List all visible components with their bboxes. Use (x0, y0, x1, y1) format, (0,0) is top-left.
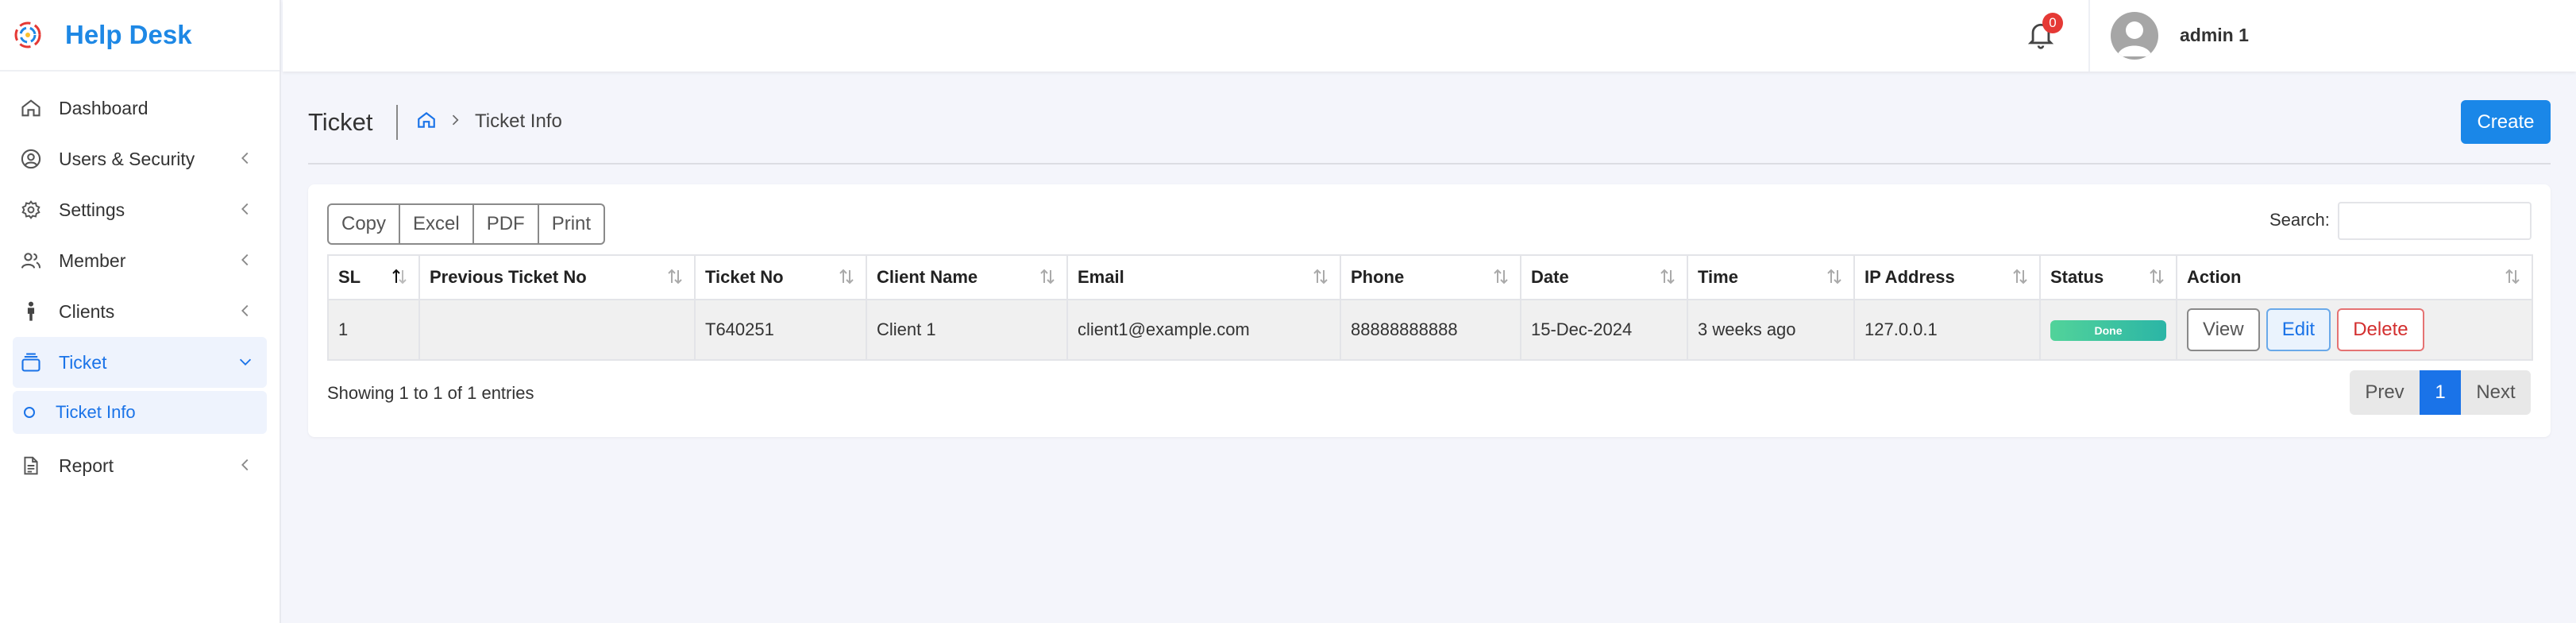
avatar[interactable] (2111, 12, 2158, 60)
cell-ip-address: 127.0.0.1 (1853, 300, 2041, 361)
sidebar-item-label: Users & Security (59, 148, 195, 169)
sidebar-subitem-ticket-info[interactable]: Ticket Info (13, 391, 267, 434)
sort-asc-icon (390, 267, 409, 286)
column-header-client-name[interactable]: Client Name (866, 254, 1068, 300)
pdf-button[interactable]: PDF (472, 203, 539, 245)
bullet-icon (24, 407, 35, 418)
sidebar-item-label: Settings (59, 199, 125, 220)
sort-icon (2011, 267, 2030, 286)
cell-status: Done (2039, 300, 2177, 361)
sidebar-item-member[interactable]: Member (13, 235, 267, 286)
edit-button[interactable]: Edit (2266, 308, 2331, 351)
sidebar-item-label: Dashboard (59, 97, 148, 118)
cell-sl: 1 (327, 300, 420, 361)
ticket-table-card: Copy Excel PDF Print Search: SL Previous… (308, 184, 2551, 437)
cell-email: client1@example.com (1066, 300, 1341, 361)
table-header-row: SL Previous Ticket No Ticket No Client N… (327, 254, 2533, 300)
status-badge: Done (2050, 320, 2166, 341)
column-header-previous-ticket-no[interactable]: Previous Ticket No (418, 254, 696, 300)
sidebar: Help Desk Dashboard Users & Security Set… (0, 0, 281, 623)
export-button-group: Copy Excel PDF Print (327, 203, 606, 245)
user-circle-icon (17, 145, 44, 172)
sort-icon (1311, 267, 1330, 286)
title-divider (396, 105, 398, 140)
sidebar-item-label: Member (59, 250, 126, 271)
prev-page-button[interactable]: Prev (2350, 370, 2420, 415)
create-button[interactable]: Create (2461, 100, 2551, 144)
sort-icon (2503, 267, 2522, 286)
sidebar-item-label: Ticket (59, 351, 107, 373)
header-divider (308, 163, 2551, 164)
page-title: Ticket (308, 108, 373, 136)
sidebar-item-report[interactable]: Report (13, 440, 267, 491)
table-row: 1 T640251 Client 1 client1@example.com 8… (327, 300, 2533, 361)
sort-icon (2147, 267, 2166, 286)
copy-button[interactable]: Copy (327, 203, 401, 245)
sort-icon (1491, 267, 1510, 286)
breadcrumb-home-icon[interactable] (416, 110, 438, 132)
brand[interactable]: Help Desk (0, 0, 280, 72)
column-header-sl[interactable]: SL (327, 254, 420, 300)
sort-icon (1658, 267, 1677, 286)
next-page-button[interactable]: Next (2461, 370, 2531, 415)
document-icon (17, 452, 44, 479)
chevron-left-icon (237, 456, 254, 474)
sidebar-nav: Dashboard Users & Security Settings Memb… (0, 72, 280, 491)
sidebar-item-dashboard[interactable]: Dashboard (13, 83, 267, 134)
logo-icon (10, 17, 46, 53)
cell-client-name: Client 1 (866, 300, 1068, 361)
search-input[interactable] (2338, 202, 2532, 240)
brand-name: Help Desk (65, 20, 192, 49)
cell-time: 3 weeks ago (1687, 300, 1855, 361)
column-header-time[interactable]: Time (1687, 254, 1855, 300)
sidebar-item-ticket[interactable]: Ticket (13, 337, 267, 388)
excel-button[interactable]: Excel (399, 203, 474, 245)
column-header-action[interactable]: Action (2176, 254, 2533, 300)
breadcrumb-separator-icon (447, 111, 465, 130)
topbar-divider (2088, 0, 2090, 72)
column-header-phone[interactable]: Phone (1340, 254, 1521, 300)
sidebar-item-label: Report (59, 455, 114, 476)
search-label: Search: (2269, 210, 2330, 230)
column-header-ip-address[interactable]: IP Address (1853, 254, 2041, 300)
print-button[interactable]: Print (537, 203, 606, 245)
column-header-ticket-no[interactable]: Ticket No (694, 254, 867, 300)
sort-icon (1825, 267, 1844, 286)
sort-icon (665, 267, 684, 286)
column-header-status[interactable]: Status (2039, 254, 2177, 300)
chevron-left-icon (237, 200, 254, 218)
cell-ticket-no: T640251 (694, 300, 867, 361)
page-number-button[interactable]: 1 (2420, 370, 2461, 415)
ticket-icon (17, 349, 44, 376)
sidebar-item-label: Clients (59, 300, 115, 322)
chevron-left-icon (237, 302, 254, 319)
sidebar-item-settings[interactable]: Settings (13, 184, 267, 235)
sort-icon (1038, 267, 1057, 286)
pagination: Prev 1 Next (2350, 370, 2531, 415)
delete-button[interactable]: Delete (2337, 308, 2424, 351)
column-header-date[interactable]: Date (1520, 254, 1688, 300)
gear-icon (17, 196, 44, 223)
ticket-table: SL Previous Ticket No Ticket No Client N… (327, 254, 2533, 361)
person-icon (17, 298, 44, 325)
column-header-email[interactable]: Email (1066, 254, 1341, 300)
sidebar-item-users-security[interactable]: Users & Security (13, 134, 267, 184)
entries-info: Showing 1 to 1 of 1 entries (327, 383, 534, 403)
breadcrumb-current: Ticket Info (475, 110, 562, 132)
cell-phone: 88888888888 (1340, 300, 1521, 361)
sidebar-subitem-label: Ticket Info (56, 402, 136, 422)
view-button[interactable]: View (2187, 308, 2260, 351)
users-icon (17, 247, 44, 274)
sidebar-item-clients[interactable]: Clients (13, 286, 267, 337)
cell-date: 15-Dec-2024 (1520, 300, 1688, 361)
sort-icon (837, 267, 856, 286)
chevron-left-icon (237, 251, 254, 269)
notification-badge: 0 (2042, 13, 2063, 33)
cell-action: View Edit Delete (2176, 300, 2533, 361)
chevron-down-icon (237, 353, 254, 370)
chevron-left-icon (237, 149, 254, 167)
username[interactable]: admin 1 (2180, 25, 2249, 46)
cell-previous-ticket-no (418, 300, 696, 361)
home-icon (17, 95, 44, 122)
